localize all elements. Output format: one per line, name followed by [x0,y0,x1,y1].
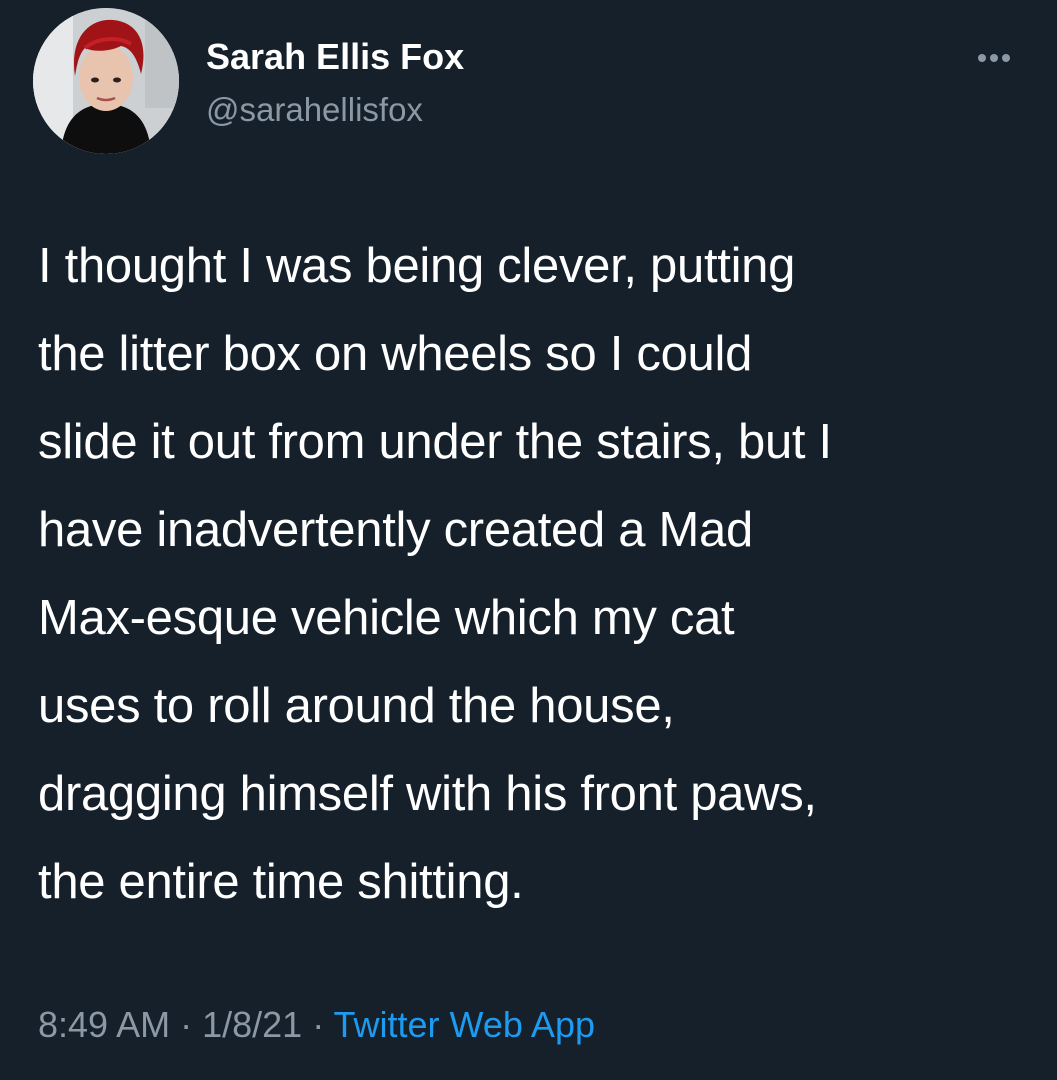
more-horizontal-icon[interactable] [968,38,1020,78]
author-handle[interactable]: @sarahellisfox [206,91,423,129]
more-dot [990,54,998,62]
tweet-text-line: I thought I was being clever, putting [38,239,796,293]
tweet-text-line: slide it out from under the stairs, but … [38,415,832,469]
tweet-text-line: uses to roll around the house, [38,679,675,733]
tweet-text: I thought I was being clever, putting th… [38,222,1038,926]
more-dot [978,54,986,62]
tweet-text-line: dragging himself with his front paws, [38,767,817,821]
more-dot [1002,54,1010,62]
avatar-image [33,8,179,154]
tweet-text-line: have inadvertently created a Mad [38,503,753,557]
tweet-time[interactable]: 8:49 AM [38,1004,170,1045]
tweet-text-line: Max-esque vehicle which my cat [38,591,735,645]
tweet-source[interactable]: Twitter Web App [334,1004,595,1045]
tweet-meta: 8:49 AM · 1/8/21 · Twitter Web App [38,1004,595,1046]
tweet-card: Sarah Ellis Fox @sarahellisfox I thought… [0,0,1057,1080]
tweet-text-line: the entire time shitting. [38,855,524,909]
tweet-text-line: the litter box on wheels so I could [38,327,753,381]
tweet-date[interactable]: 1/8/21 [202,1004,302,1045]
author-name[interactable]: Sarah Ellis Fox [206,36,464,78]
avatar[interactable] [33,8,179,154]
meta-separator: · [302,1004,334,1045]
meta-separator: · [170,1004,203,1045]
